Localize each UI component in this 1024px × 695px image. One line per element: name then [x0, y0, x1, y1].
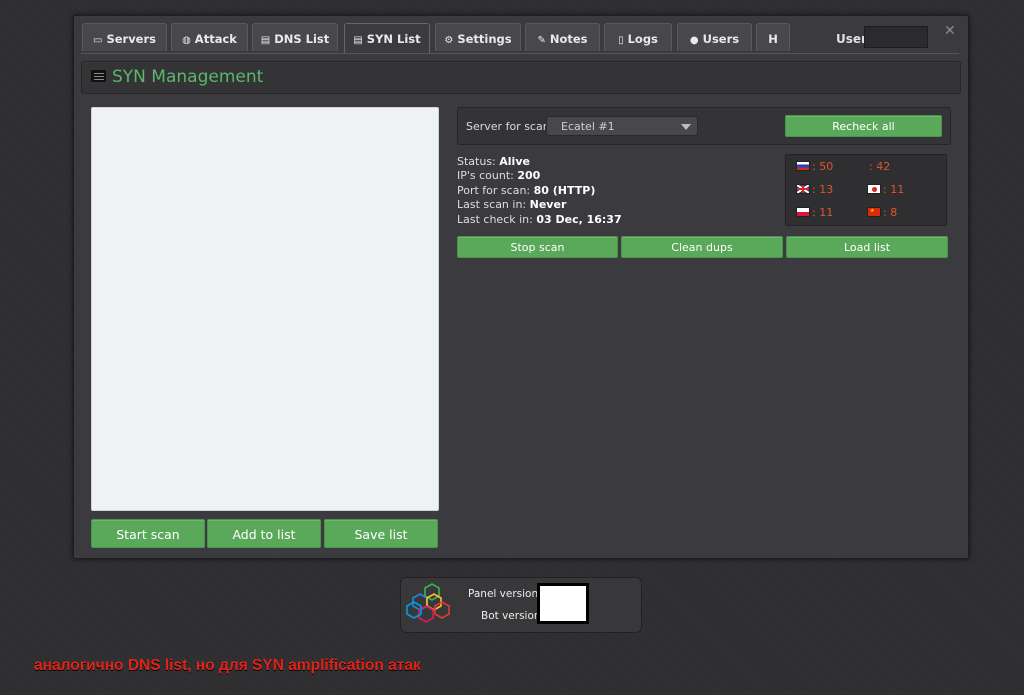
china-flag-icon: ★ [867, 207, 881, 217]
tab-label: Notes [549, 32, 588, 46]
bot-version-label: Bot version [481, 610, 541, 622]
start-scan-button[interactable]: Start scan [91, 519, 205, 548]
status-value: Alive [499, 155, 530, 168]
ip-count-value: 200 [517, 169, 541, 183]
tab-bar: ▭ Servers ◍ Attack ▤ DNS List ▤ SYN List ⚙ Se… [74, 23, 968, 53]
tab-label: H [768, 32, 778, 46]
uk-flag-icon [796, 184, 810, 194]
list-icon [91, 70, 106, 82]
server-status-info: Status: Alive IP's count: 200 Port for s… [457, 155, 622, 226]
flag-count: : 11 [812, 206, 834, 219]
edit-icon: ✎ [537, 35, 546, 46]
user-name-field [864, 26, 928, 48]
version-footer: Panel version Bot version [400, 577, 642, 633]
add-to-list-button[interactable]: Add to list [207, 519, 321, 548]
tab-label: SYN List [366, 32, 421, 46]
chevron-down-icon [681, 124, 691, 130]
flag-count: : 42 [869, 160, 891, 173]
last-check-value: 03 Dec, 16:37 [536, 212, 622, 226]
country-stats: : 50 : 42 : 13 : 11 : 11 ★ : 8 [785, 154, 947, 226]
tab-h[interactable]: H [756, 23, 790, 51]
server-panel: Server for scan: Ecatel #1 Recheck all [457, 107, 951, 145]
save-list-button[interactable]: Save list [324, 519, 438, 548]
dashboard-icon: ◍ [182, 35, 191, 46]
flag-count: : 50 [812, 160, 834, 173]
load-list-button[interactable]: Load list [786, 236, 948, 258]
tab-users[interactable]: ● Users [677, 23, 752, 51]
logo-icon [406, 583, 450, 623]
server-select[interactable]: Ecatel #1 [546, 116, 698, 136]
stop-scan-button[interactable]: Stop scan [457, 236, 618, 258]
tab-label: Settings [457, 32, 512, 46]
poland-flag-icon [796, 207, 810, 217]
ip-list-textarea[interactable] [91, 107, 439, 511]
flag-count: : 8 [883, 206, 898, 219]
page-title: SYN Management [112, 67, 264, 87]
last-scan-value: Never [529, 198, 567, 212]
close-icon[interactable]: ✕ [944, 22, 956, 39]
main-window: ▭ Servers ◍ Attack ▤ DNS List ▤ SYN List ⚙ Se… [73, 15, 969, 559]
tab-label: Attack [194, 32, 237, 46]
flag-count: : 13 [812, 183, 834, 196]
user-icon: ● [689, 35, 699, 46]
tab-label: Users [702, 32, 740, 46]
russia-flag-icon [796, 161, 810, 171]
japan-flag-icon [867, 184, 881, 194]
server-icon: ▭ [92, 35, 103, 46]
panel-version-label: Panel version [468, 588, 539, 600]
page-header: SYN Management [81, 61, 961, 94]
server-label: Server for scan: [466, 120, 554, 133]
list-icon: ▤ [353, 35, 363, 46]
clean-dups-button[interactable]: Clean dups [621, 236, 783, 258]
tab-syn-list[interactable]: ▤ SYN List [344, 23, 430, 53]
tab-notes[interactable]: ✎ Notes [525, 23, 600, 51]
tab-dns-list[interactable]: ▤ DNS List [252, 23, 338, 51]
tab-label: Logs [627, 32, 658, 46]
version-values-box [537, 583, 589, 624]
server-select-value: Ecatel #1 [561, 120, 615, 133]
tab-attack[interactable]: ◍ Attack [171, 23, 248, 51]
port-value: 80 (HTTP) [533, 183, 596, 197]
annotation-note: аналогично DNS list, но для SYN amplific… [34, 657, 421, 674]
tab-settings[interactable]: ⚙ Settings [435, 23, 521, 51]
document-icon: ▯ [618, 35, 624, 46]
gears-icon: ⚙ [444, 35, 454, 46]
tab-divider [81, 53, 959, 54]
tab-label: DNS List [274, 32, 330, 46]
tab-logs[interactable]: ▯ Logs [604, 23, 672, 51]
tab-servers[interactable]: ▭ Servers [82, 23, 167, 51]
tab-label: Servers [106, 32, 157, 46]
recheck-all-button[interactable]: Recheck all [785, 115, 942, 137]
list-icon: ▤ [260, 35, 271, 46]
flag-count: : 11 [883, 183, 905, 196]
